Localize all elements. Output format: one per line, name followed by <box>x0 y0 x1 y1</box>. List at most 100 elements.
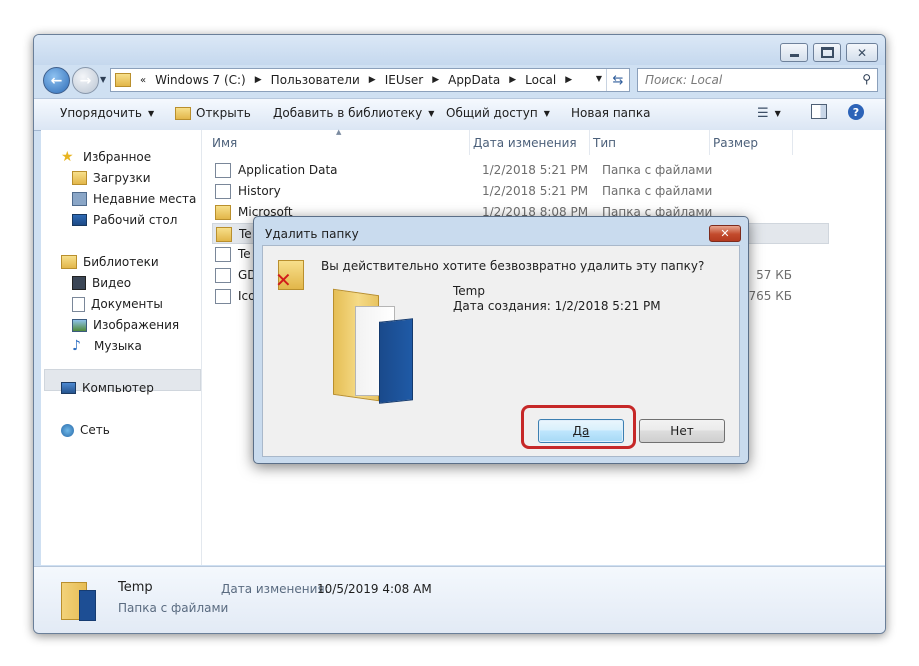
folder-icon <box>115 73 131 87</box>
address-segment[interactable]: Local <box>525 73 556 87</box>
recent-places-icon <box>72 192 87 206</box>
back-arrow-icon: ← <box>50 72 63 89</box>
file-row[interactable]: Application Data 1/2/2018 5:21 PM Папка … <box>212 160 872 181</box>
address-segment[interactable]: Windows 7 (C:) <box>155 73 246 87</box>
column-date[interactable]: Дата изменения <box>473 130 593 155</box>
file-date: 1/2/2018 5:21 PM <box>482 163 589 177</box>
address-bar[interactable]: « Windows 7 (C:) ▶ Пользователи ▶ IEUser… <box>110 68 630 92</box>
column-size[interactable]: Размер <box>713 130 793 155</box>
chevron-right-icon[interactable]: ▶ <box>369 75 376 85</box>
search-input[interactable]: Поиск: Local ⚲ <box>637 68 878 92</box>
view-options-button[interactable]: ☰ ▼ <box>757 106 781 121</box>
nav-recent-label: Недавние места <box>93 192 197 206</box>
column-separator[interactable] <box>589 130 590 155</box>
forward-button[interactable]: → <box>72 67 99 94</box>
minimize-icon <box>789 54 799 57</box>
nav-video[interactable]: Видео <box>72 274 131 292</box>
add-to-library-label: Добавить в библиотеку <box>273 106 423 120</box>
view-list-icon: ☰ <box>757 106 769 121</box>
search-icon[interactable]: ⚲ <box>862 72 871 86</box>
file-size: 57 КБ <box>756 268 792 282</box>
file-name: Te <box>239 227 252 241</box>
computer-icon <box>61 382 76 394</box>
nav-computer[interactable]: Компьютер <box>61 379 154 397</box>
documents-icon <box>72 296 85 312</box>
column-name[interactable]: Имя <box>212 130 472 155</box>
add-to-library-menu[interactable]: Добавить в библиотеку ▼ <box>273 106 434 120</box>
address-segment[interactable]: Пользователи <box>271 73 360 87</box>
open-button[interactable]: Открыть <box>175 106 251 120</box>
nav-network[interactable]: Сеть <box>61 421 110 439</box>
file-name: Application Data <box>238 163 338 177</box>
navigation-pane: ★ Избранное Загрузки Недавние места Рабоч… <box>41 130 202 565</box>
nav-music[interactable]: ♪ Музыка <box>72 337 142 355</box>
chevron-down-icon: ▼ <box>543 108 550 118</box>
database-file-icon <box>215 289 231 304</box>
file-size: 765 КБ <box>748 289 792 303</box>
details-modified-value: 10/5/2019 4:08 AM <box>317 582 432 596</box>
address-segment[interactable]: IEUser <box>385 73 423 87</box>
address-segment[interactable]: AppData <box>448 73 500 87</box>
delete-folder-dialog: Удалить папку ✕ ✕ Вы действительно хотит… <box>253 216 749 464</box>
share-label: Общий доступ <box>446 106 538 120</box>
folder-shortcut-icon <box>215 184 231 199</box>
file-date: 1/2/2018 5:21 PM <box>482 184 589 198</box>
file-row[interactable]: History 1/2/2018 5:21 PM Папка с файлами <box>212 181 872 202</box>
help-icon: ? <box>848 104 864 120</box>
new-folder-button[interactable]: Новая папка <box>571 106 650 120</box>
maximize-icon <box>820 47 834 58</box>
share-menu[interactable]: Общий доступ ▼ <box>446 106 550 120</box>
close-button[interactable]: ✕ <box>846 43 878 62</box>
open-folder-icon <box>175 106 191 120</box>
navigation-bar: ← → ▼ « Windows 7 (C:) ▶ Пользователи ▶ … <box>34 65 885 97</box>
column-separator[interactable] <box>792 130 793 155</box>
back-button[interactable]: ← <box>43 67 70 94</box>
folder-shortcut-icon <box>215 247 231 262</box>
column-separator[interactable] <box>709 130 710 155</box>
nav-favorites[interactable]: ★ Избранное <box>61 148 151 166</box>
nav-network-label: Сеть <box>80 423 110 437</box>
music-icon: ♪ <box>72 338 81 354</box>
no-button[interactable]: Нет <box>639 419 725 443</box>
no-label: Нет <box>670 424 694 438</box>
nav-desktop[interactable]: Рабочий стол <box>72 211 177 229</box>
file-type: Папка с файлами <box>602 184 713 198</box>
chevron-right-icon[interactable]: ▶ <box>509 75 516 85</box>
chevron-right-icon[interactable]: ▶ <box>565 75 572 85</box>
yes-button-highlight <box>521 405 636 449</box>
maximize-button[interactable] <box>813 43 841 62</box>
folder-shortcut-icon <box>215 163 231 178</box>
details-folder-icon <box>61 578 96 621</box>
preview-pane-button[interactable] <box>811 104 827 119</box>
refresh-icon[interactable]: ⇆ <box>606 69 629 91</box>
organize-menu[interactable]: Упорядочить ▼ <box>60 106 154 120</box>
preview-pane-icon <box>811 104 827 119</box>
chevron-right-icon[interactable]: ▶ <box>432 75 439 85</box>
forward-arrow-icon: → <box>79 72 92 89</box>
dialog-title: Удалить папку <box>265 227 359 241</box>
nav-libraries[interactable]: Библиотеки <box>61 253 159 271</box>
address-dropdown-icon[interactable]: ▼ <box>596 74 602 83</box>
nav-computer-label: Компьютер <box>82 381 154 395</box>
nav-video-label: Видео <box>92 276 132 290</box>
star-icon: ★ <box>61 149 74 165</box>
nav-recent[interactable]: Недавние места <box>72 190 196 208</box>
minimize-button[interactable] <box>780 43 808 62</box>
column-type-label: Тип <box>593 135 616 150</box>
video-icon <box>72 276 86 290</box>
large-folder-icon <box>333 284 419 406</box>
file-icon <box>215 268 231 283</box>
help-button[interactable]: ? <box>848 104 864 120</box>
address-overflow-icon[interactable]: « <box>140 75 146 86</box>
chevron-down-icon: ▼ <box>428 108 435 118</box>
history-dropdown-icon[interactable]: ▼ <box>100 75 106 84</box>
column-type[interactable]: Тип <box>593 130 708 155</box>
dialog-close-button[interactable]: ✕ <box>709 225 741 242</box>
column-separator[interactable] <box>469 130 470 155</box>
nav-libraries-label: Библиотеки <box>83 255 159 269</box>
chevron-right-icon[interactable]: ▶ <box>255 75 262 85</box>
nav-downloads[interactable]: Загрузки <box>72 169 151 187</box>
folder-icon <box>215 205 231 220</box>
nav-images[interactable]: Изображения <box>72 316 179 334</box>
nav-documents[interactable]: Документы <box>72 295 163 313</box>
